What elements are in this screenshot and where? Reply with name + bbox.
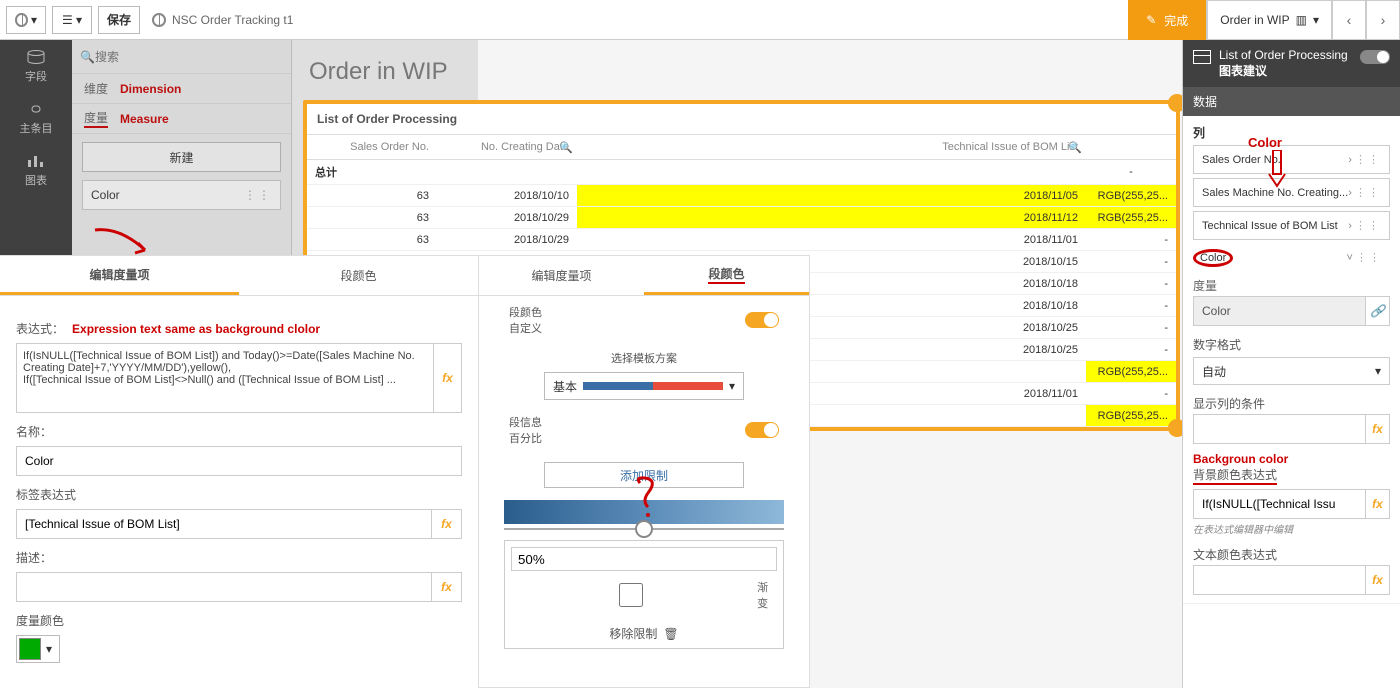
- measure-field[interactable]: [1193, 296, 1366, 326]
- search-icon[interactable]: 🔍: [559, 141, 573, 154]
- pencil-icon: ✎: [1146, 13, 1156, 27]
- list-dropdown[interactable]: ☰ ▾: [52, 6, 92, 34]
- link-button[interactable]: 🔗: [1366, 296, 1390, 326]
- tab-segment-color-2[interactable]: 段颜色: [644, 256, 809, 295]
- tab-edit-measure-2[interactable]: 编辑度量项: [479, 256, 644, 295]
- database-icon: [26, 50, 46, 64]
- table-row[interactable]: 632018/10/292018/11/01-: [307, 229, 1176, 251]
- bg-annotation: Backgroun color: [1193, 452, 1390, 466]
- percent-toggle[interactable]: [745, 422, 779, 438]
- bg-expr-input[interactable]: [1193, 489, 1366, 519]
- globe-dropdown[interactable]: ▾: [6, 6, 46, 34]
- label-expr-input[interactable]: [16, 509, 432, 539]
- col-sales-order[interactable]: Sales Order No.: [307, 135, 437, 160]
- table-row[interactable]: 632018/10/102018/11/05RGB(255,25...: [307, 185, 1176, 207]
- search-icon[interactable]: 🔍: [1068, 141, 1082, 154]
- field-color[interactable]: Color ˅ ⋮⋮: [1193, 244, 1390, 271]
- trash-icon: 🗑: [663, 627, 678, 641]
- description-input[interactable]: [16, 572, 432, 602]
- link-icon: [26, 102, 46, 116]
- col-color[interactable]: [1086, 135, 1176, 160]
- sheet-selector[interactable]: Order in WIP ▥ ▾: [1207, 0, 1332, 40]
- color-column-label: Color: [1248, 135, 1282, 150]
- columns-label: 列: [1193, 124, 1390, 141]
- fields-panel: 🔍 维度Dimension 度量Measure 新建 Color ⋮⋮: [72, 40, 292, 255]
- rail-charts[interactable]: 图表: [0, 144, 72, 196]
- color-circled: Color: [1193, 249, 1233, 267]
- data-tab[interactable]: 数据: [1183, 87, 1400, 116]
- globe-icon: [152, 13, 166, 27]
- measure-row[interactable]: 度量Measure: [72, 104, 291, 134]
- fx-button[interactable]: fx: [1366, 489, 1390, 519]
- scheme-preview: [583, 382, 723, 390]
- color-swatch: [19, 638, 41, 660]
- scheme-select[interactable]: 基本 ▾: [544, 372, 744, 400]
- prev-sheet-button[interactable]: ‹: [1332, 0, 1366, 40]
- limit-slider[interactable]: [504, 528, 784, 530]
- panel-header: List of Order Processing 图表建议: [1183, 40, 1400, 87]
- percent-input[interactable]: [511, 547, 777, 571]
- name-input[interactable]: [16, 446, 462, 476]
- field-tech-issue[interactable]: Technical Issue of BOM List› ⋮⋮: [1193, 211, 1390, 240]
- table-title: List of Order Processing: [307, 104, 1176, 135]
- rail-fields[interactable]: 字段: [0, 40, 72, 92]
- suggestion-toggle[interactable]: [1360, 50, 1390, 64]
- search-box[interactable]: 🔍: [72, 40, 291, 74]
- new-button[interactable]: 新建: [82, 142, 281, 172]
- expression-textarea[interactable]: If(IsNULL([Technical Issue of BOM List])…: [16, 343, 434, 413]
- show-condition-input[interactable]: [1193, 414, 1366, 444]
- next-sheet-button[interactable]: ›: [1366, 0, 1400, 40]
- fx-button[interactable]: fx: [1366, 414, 1390, 444]
- measure-annotation: Measure: [120, 112, 169, 126]
- dimension-row[interactable]: 维度Dimension: [72, 74, 291, 104]
- fx-button[interactable]: fx: [434, 343, 462, 413]
- fx-button[interactable]: fx: [432, 572, 462, 602]
- fx-button[interactable]: fx: [1366, 565, 1390, 595]
- measure-color-picker[interactable]: ▾: [16, 635, 60, 663]
- col-creating-date[interactable]: No. Creating Date🔍: [437, 135, 577, 160]
- tab-segment-color[interactable]: 段颜色: [239, 256, 478, 295]
- search-icon: 🔍: [80, 50, 95, 64]
- text-expr-input[interactable]: [1193, 565, 1366, 595]
- save-button[interactable]: 保存: [98, 6, 140, 34]
- drag-icon: ⋮⋮: [244, 188, 272, 202]
- field-machine-date[interactable]: Sales Machine No. Creating...› ⋮⋮: [1193, 178, 1390, 207]
- hand-arrow-1: [90, 225, 170, 275]
- fx-button[interactable]: fx: [432, 509, 462, 539]
- expr-annotation: Expression text same as background clolo…: [72, 322, 320, 336]
- rail-master-items[interactable]: 主条目: [0, 92, 72, 144]
- chart-icon: ▥: [1296, 13, 1307, 27]
- segment-color-toggle[interactable]: [745, 312, 779, 328]
- top-toolbar: ▾ ☰ ▾ 保存 NSC Order Tracking t1 ✎ 完成 Orde…: [0, 0, 1400, 40]
- table-row[interactable]: 632018/10/292018/11/12RGB(255,25...: [307, 207, 1176, 229]
- segment-color-modal: 编辑度量项 段颜色 段颜色自定义 选择模板方案 基本 ▾ 段信息百分比 添加限制…: [478, 255, 810, 688]
- col-tech-issue[interactable]: Technical Issue of BOM List🔍: [577, 135, 1086, 160]
- search-input[interactable]: [95, 50, 283, 64]
- hand-arrow-2: [1265, 150, 1289, 190]
- gradient-checkbox[interactable]: [511, 583, 751, 607]
- table-icon: [1193, 50, 1211, 64]
- field-sales-order[interactable]: Sales Order No.› ⋮⋮: [1193, 145, 1390, 174]
- dimension-annotation: Dimension: [120, 82, 181, 96]
- done-button[interactable]: ✎ 完成: [1128, 0, 1207, 40]
- remove-limit-button[interactable]: 移除限制🗑: [511, 625, 777, 642]
- bar-chart-icon: [26, 154, 46, 168]
- color-measure-item[interactable]: Color ⋮⋮: [82, 180, 281, 210]
- number-format-select[interactable]: 自动▾: [1193, 357, 1390, 385]
- sheet-title-top: NSC Order Tracking t1: [152, 13, 293, 27]
- properties-panel: List of Order Processing 图表建议 数据 列 Sales…: [1182, 40, 1400, 688]
- hand-question: [630, 475, 670, 525]
- sheet-title: Order in WIP: [295, 40, 1180, 100]
- edit-measure-modal: 编辑度量项 段颜色 表达式：Expression text same as ba…: [0, 255, 478, 688]
- left-rail: 字段 主条目 图表: [0, 40, 72, 255]
- globe-icon: [15, 13, 28, 27]
